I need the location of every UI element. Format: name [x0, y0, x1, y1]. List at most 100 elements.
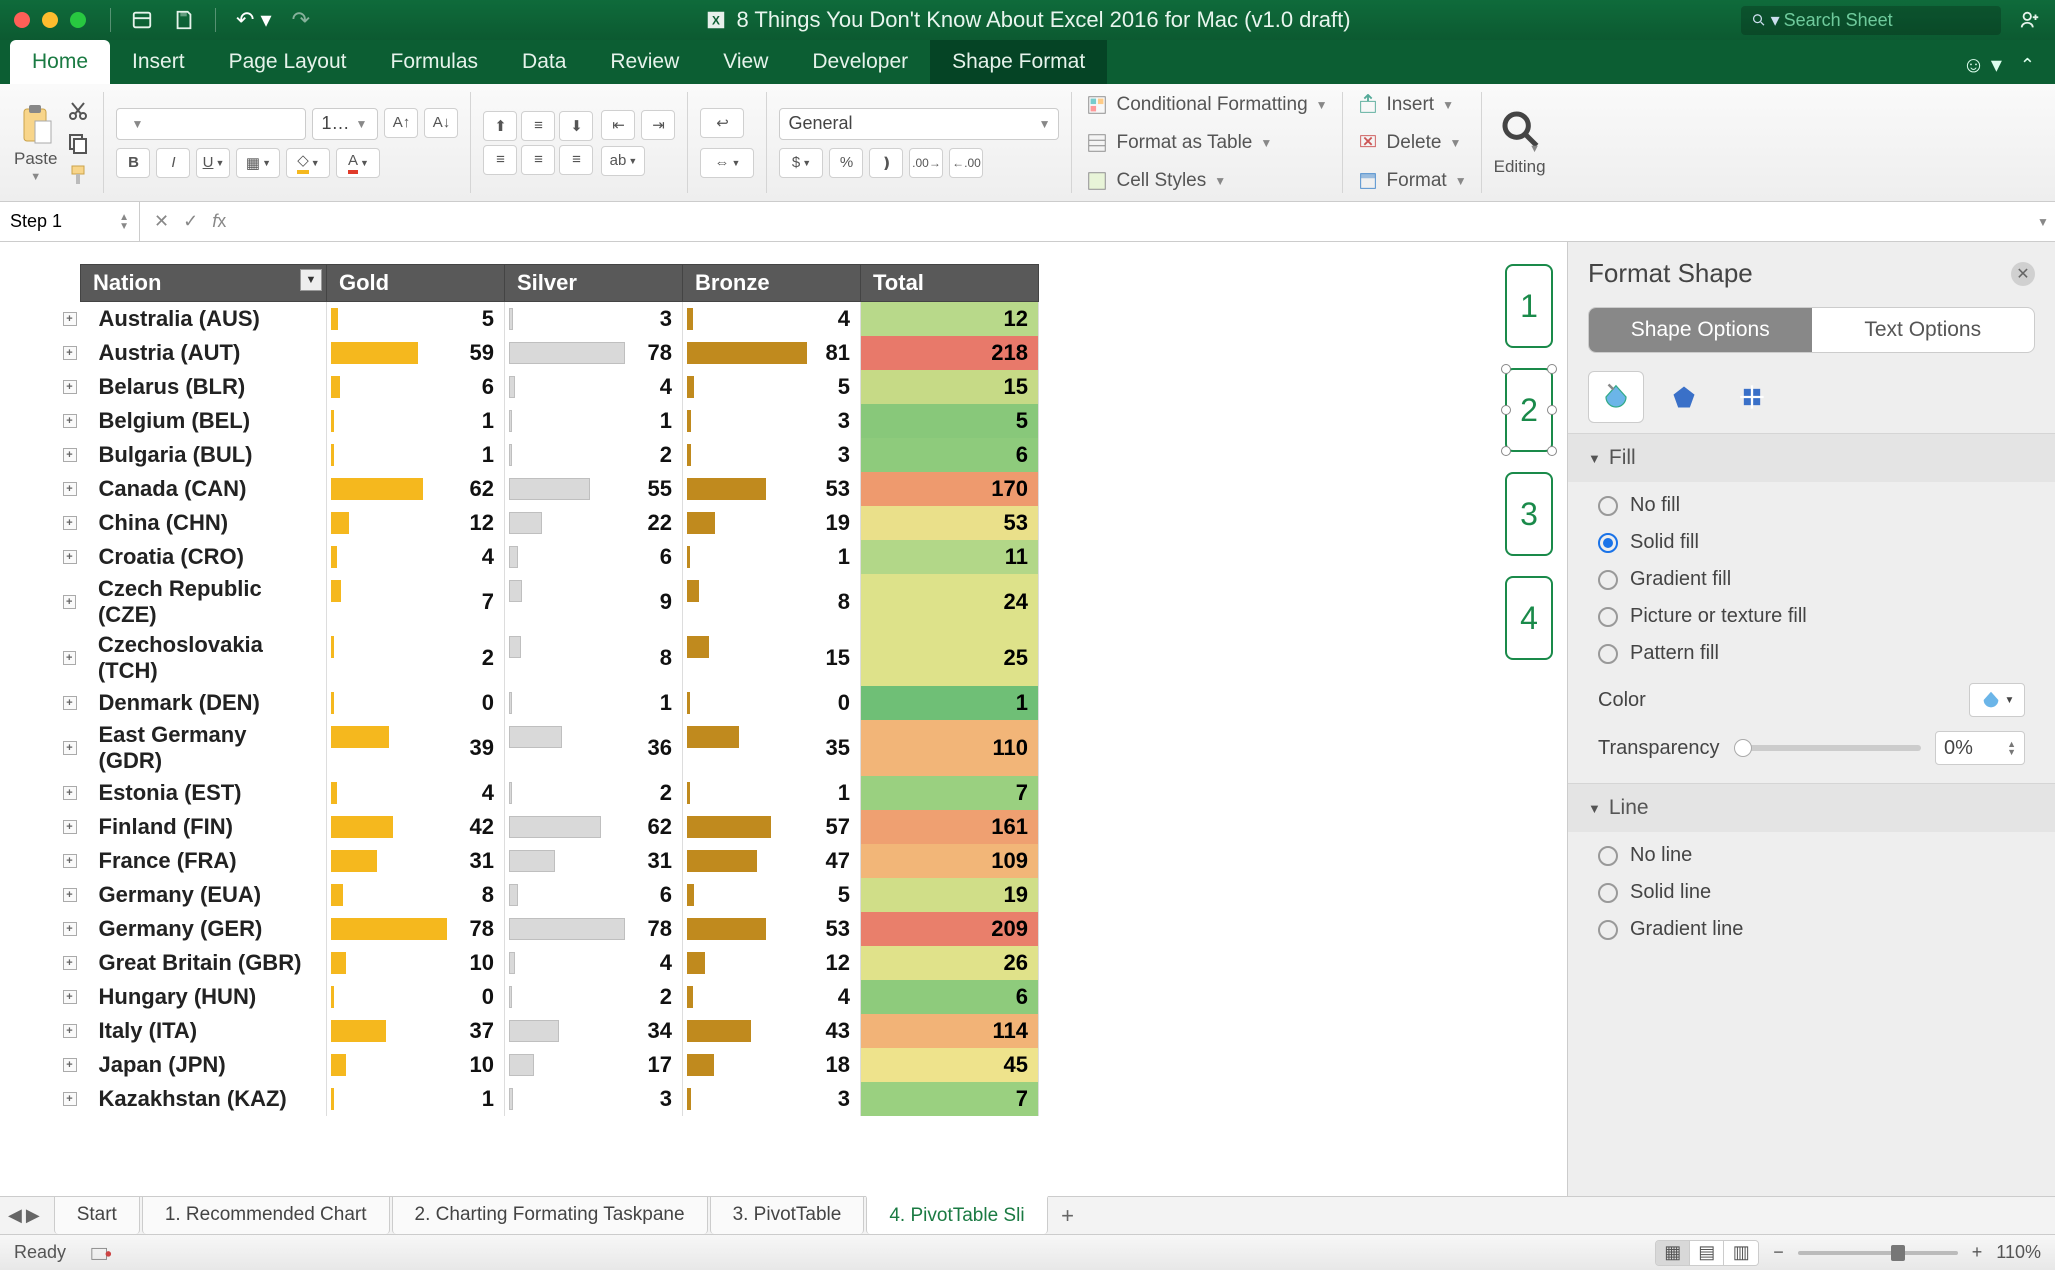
tab-developer[interactable]: Developer: [790, 40, 930, 84]
tab-home[interactable]: Home: [10, 40, 110, 84]
table-row[interactable]: +Belgium (BEL)1135: [81, 404, 1039, 438]
table-row[interactable]: +Czechoslovakia (TCH)281525: [81, 630, 1039, 686]
selection-handle[interactable]: [1547, 446, 1557, 456]
number-format-dropdown[interactable]: General▼: [779, 108, 1059, 140]
fill-option[interactable]: No fill: [1598, 494, 2025, 517]
wrap-text-icon[interactable]: ↩: [700, 108, 744, 138]
sheet-tab[interactable]: 1. Recommended Chart: [142, 1196, 390, 1234]
macro-record-icon[interactable]: [90, 1244, 112, 1262]
table-row[interactable]: +France (FRA)313147109: [81, 844, 1039, 878]
expand-icon[interactable]: +: [63, 990, 77, 1004]
cell-styles-button[interactable]: Cell Styles▼: [1084, 166, 1329, 196]
expand-formula-bar-icon[interactable]: ▼: [2031, 215, 2055, 229]
close-window-icon[interactable]: [14, 12, 30, 28]
orientation-icon[interactable]: ab▼: [601, 146, 645, 176]
step-shape[interactable]: 4: [1505, 576, 1553, 660]
column-header[interactable]: Bronze: [683, 265, 861, 302]
page-break-view-icon[interactable]: ▥: [1724, 1241, 1758, 1265]
line-option[interactable]: Solid line: [1598, 881, 2025, 904]
tab-view[interactable]: View: [701, 40, 790, 84]
fx-icon[interactable]: fx: [212, 211, 226, 232]
table-row[interactable]: +Belarus (BLR)64515: [81, 370, 1039, 404]
zoom-slider[interactable]: [1798, 1251, 1958, 1255]
expand-icon[interactable]: +: [63, 312, 77, 326]
conditional-formatting-button[interactable]: Conditional Formatting▼: [1084, 90, 1329, 120]
font-color-button[interactable]: A▼: [336, 148, 380, 178]
italic-button[interactable]: I: [156, 148, 190, 178]
expand-icon[interactable]: +: [63, 1024, 77, 1038]
comma-icon[interactable]: ❫: [869, 148, 903, 178]
feedback-icon[interactable]: ☺ ▾: [1962, 52, 2002, 78]
expand-icon[interactable]: +: [63, 888, 77, 902]
sheet-tab[interactable]: 4. PivotTable Sli: [866, 1196, 1047, 1234]
column-header[interactable]: Gold: [327, 265, 505, 302]
table-row[interactable]: +Estonia (EST)4217: [81, 776, 1039, 810]
table-row[interactable]: +Hungary (HUN)0246: [81, 980, 1039, 1014]
expand-icon[interactable]: +: [63, 741, 77, 755]
next-sheet-icon[interactable]: ▶: [26, 1205, 40, 1226]
tab-page-layout[interactable]: Page Layout: [207, 40, 369, 84]
table-row[interactable]: +China (CHN)12221953: [81, 506, 1039, 540]
fill-option[interactable]: Solid fill: [1598, 531, 2025, 554]
sheet-tab[interactable]: 2. Charting Formating Taskpane: [392, 1196, 708, 1234]
line-option[interactable]: Gradient line: [1598, 918, 2025, 941]
transparency-input[interactable]: 0%▲▼: [1935, 731, 2025, 765]
decrease-indent-icon[interactable]: ⇤: [601, 110, 635, 140]
currency-icon[interactable]: $▼: [779, 148, 823, 178]
redo-icon[interactable]: ↷: [292, 7, 310, 33]
table-row[interactable]: +Germany (EUA)86519: [81, 878, 1039, 912]
page-layout-view-icon[interactable]: ▤: [1690, 1241, 1724, 1265]
fill-color-button[interactable]: ◇▼: [286, 148, 330, 178]
expand-icon[interactable]: +: [63, 482, 77, 496]
border-button[interactable]: ▦▼: [236, 148, 280, 178]
table-row[interactable]: +Croatia (CRO)46111: [81, 540, 1039, 574]
expand-icon[interactable]: +: [63, 922, 77, 936]
delete-cells-button[interactable]: Delete▼: [1355, 128, 1469, 158]
line-option[interactable]: No line: [1598, 844, 2025, 867]
fill-color-picker[interactable]: ▼: [1969, 683, 2025, 717]
font-name-dropdown[interactable]: ▼: [116, 108, 306, 140]
fill-option[interactable]: Gradient fill: [1598, 568, 2025, 591]
expand-icon[interactable]: +: [63, 448, 77, 462]
step-shape[interactable]: 1: [1505, 264, 1553, 348]
copy-icon[interactable]: [65, 131, 91, 155]
table-row[interactable]: +Denmark (DEN)0101: [81, 686, 1039, 720]
close-pane-icon[interactable]: ✕: [2011, 262, 2035, 286]
table-row[interactable]: +Great Britain (GBR)1041226: [81, 946, 1039, 980]
paste-button[interactable]: Paste ▼: [14, 103, 57, 183]
text-options-tab[interactable]: Text Options: [1812, 308, 2035, 352]
selection-handle[interactable]: [1501, 446, 1511, 456]
decrease-font-icon[interactable]: A↓: [424, 108, 458, 138]
tab-data[interactable]: Data: [500, 40, 588, 84]
column-header[interactable]: Silver: [505, 265, 683, 302]
step-shape[interactable]: 2: [1505, 368, 1553, 452]
font-size-dropdown[interactable]: 1…▼: [312, 108, 378, 140]
table-row[interactable]: +Czech Republic (CZE)79824: [81, 574, 1039, 630]
tab-formulas[interactable]: Formulas: [369, 40, 501, 84]
shape-options-tab[interactable]: Shape Options: [1589, 308, 1812, 352]
cancel-formula-icon[interactable]: ✕: [154, 211, 169, 232]
transparency-slider[interactable]: [1734, 745, 1921, 751]
name-box[interactable]: Step 1 ▲▼: [0, 202, 140, 241]
table-row[interactable]: +Austria (AUT)597881218: [81, 336, 1039, 370]
fill-line-tab-icon[interactable]: [1588, 371, 1644, 423]
collapse-ribbon-icon[interactable]: ⌃: [2020, 55, 2035, 76]
add-sheet-button[interactable]: +: [1050, 1203, 1086, 1229]
minimize-window-icon[interactable]: [42, 12, 58, 28]
sheet-tab[interactable]: 3. PivotTable: [710, 1196, 865, 1234]
share-icon[interactable]: [2019, 9, 2041, 31]
size-properties-tab-icon[interactable]: [1724, 371, 1780, 423]
sheet-tab[interactable]: Start: [54, 1196, 140, 1234]
fill-section-header[interactable]: ▼Fill: [1568, 434, 2055, 482]
table-row[interactable]: +Italy (ITA)373443114: [81, 1014, 1039, 1048]
selection-handle[interactable]: [1501, 405, 1511, 415]
align-middle-icon[interactable]: ≡: [521, 111, 555, 141]
decrease-decimal-icon[interactable]: ←.00: [949, 148, 983, 178]
search-input[interactable]: [1784, 10, 1991, 31]
expand-icon[interactable]: +: [63, 696, 77, 710]
effects-tab-icon[interactable]: [1656, 371, 1712, 423]
worksheet-area[interactable]: Nation▼GoldSilverBronzeTotal+Australia (…: [0, 242, 1567, 1196]
column-header[interactable]: Nation▼: [81, 265, 327, 302]
editing-button[interactable]: ▼ Editing: [1494, 109, 1546, 177]
ribbon-toggle-icon[interactable]: [131, 9, 153, 31]
